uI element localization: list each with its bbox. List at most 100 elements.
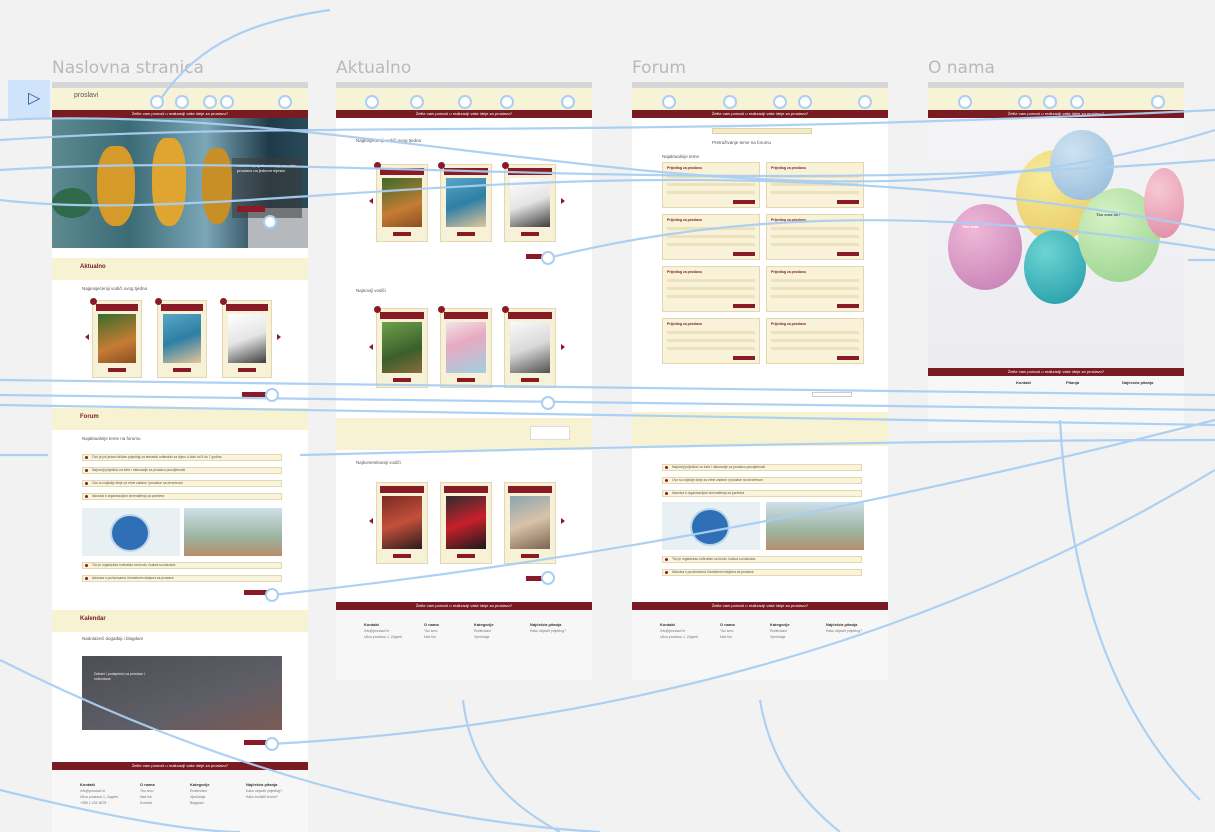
footer-banner: Želite vam pomoći u realizaciji vaše ide… bbox=[336, 602, 592, 610]
more-button[interactable] bbox=[242, 392, 272, 397]
carousel-next-arrow[interactable] bbox=[561, 198, 565, 204]
section-heading: Najposjećeniji vodiči ovog tjedna bbox=[356, 138, 422, 143]
guide-card[interactable] bbox=[440, 482, 492, 564]
frame-aktualno[interactable]: Želite vam pomoći u realizaciji vaše ide… bbox=[336, 82, 592, 680]
guide-card[interactable] bbox=[504, 482, 556, 564]
footer-col-about: O nama Tko smo Naš tim Kontakt bbox=[140, 782, 155, 805]
forum-row[interactable]: Iskustva s organizacijom iznenađenja za … bbox=[662, 490, 862, 497]
more-button[interactable] bbox=[526, 576, 554, 581]
hero-cta-button[interactable] bbox=[237, 206, 265, 212]
guide-card[interactable] bbox=[376, 482, 428, 564]
guide-card[interactable] bbox=[220, 298, 272, 378]
frame-home[interactable]: proslavi Želite vam pomoći u realizaciji… bbox=[52, 82, 308, 832]
birthday-balloon bbox=[110, 514, 150, 552]
forum-topic-box[interactable]: Prijedlog za proslavu bbox=[662, 162, 760, 208]
footer-banner: Želite vam pomoći u realizaciji vaše ide… bbox=[52, 762, 308, 770]
carousel-prev-arrow[interactable] bbox=[369, 344, 373, 350]
more-button[interactable] bbox=[526, 254, 554, 259]
forum-topic-box[interactable]: Prijedlog za proslavu bbox=[766, 266, 864, 312]
footer-banner: Želite vam pomoći u realizaciji vaše ide… bbox=[928, 368, 1184, 376]
guide-card[interactable] bbox=[438, 162, 492, 242]
top-banner: Želite vam pomoći u realizaciji vaše ide… bbox=[928, 110, 1184, 118]
forum-strip bbox=[632, 412, 888, 446]
balloon-left-text: Tko smo bbox=[962, 224, 979, 229]
forum-topic-box[interactable]: Prijedlog za proslavu bbox=[662, 266, 760, 312]
guide-card[interactable] bbox=[90, 298, 142, 378]
guide-card[interactable] bbox=[374, 162, 428, 242]
forum-row[interactable]: Iskustva s organizacijom iznenađenja za … bbox=[82, 493, 282, 500]
balloon bbox=[1050, 130, 1114, 200]
forum-list-head: Najaktualnije teme bbox=[662, 154, 700, 159]
forum-row[interactable]: Tko je organizirao rođendan na brodu i k… bbox=[662, 556, 862, 563]
forum-topic-box[interactable]: Prijedlog za proslavu bbox=[766, 214, 864, 260]
connector-line bbox=[758, 699, 841, 832]
hero-overlay: Kreativni prijedlozi i ideje za vašu pro… bbox=[232, 158, 302, 218]
forum-search-input[interactable] bbox=[712, 128, 812, 134]
calendar-panel: Datumi i podsjetnici za proslave i rođen… bbox=[82, 656, 282, 730]
carousel-next-arrow[interactable] bbox=[561, 344, 565, 350]
forum-topic-box[interactable]: Prijedlog za proslavu bbox=[662, 318, 760, 364]
forum-row[interactable]: Ovo su najbolje ideje za vrtne zabave i … bbox=[662, 477, 862, 484]
forum-row[interactable]: Ovo je još jedan odličan prijedlog za te… bbox=[82, 454, 282, 461]
card-header bbox=[96, 304, 138, 311]
card-header bbox=[161, 304, 203, 311]
frame-title-home[interactable]: Naslovna stranica bbox=[52, 58, 204, 78]
guide-card[interactable] bbox=[155, 298, 207, 378]
birthday-image bbox=[662, 502, 760, 550]
card-button[interactable] bbox=[108, 368, 126, 372]
kalendar-more-button[interactable] bbox=[244, 740, 272, 745]
carousel-prev-arrow[interactable] bbox=[369, 518, 373, 524]
carousel-next-arrow[interactable] bbox=[561, 518, 565, 524]
forum-row[interactable]: Najnoviji prijedlozi za torte i dekoraci… bbox=[82, 467, 282, 474]
forum-topic-box[interactable]: Prijedlog za proslavu bbox=[662, 214, 760, 260]
guide-card[interactable] bbox=[502, 162, 556, 242]
footer: Kontakt info@proslavi.hr Ulica proslava 1,… bbox=[52, 770, 308, 832]
pineapple-shape bbox=[152, 138, 186, 226]
forum-title: Forum bbox=[80, 414, 99, 420]
card-button[interactable] bbox=[238, 368, 256, 372]
top-banner: Želite vam pomoći u realizaciji vaše ide… bbox=[632, 110, 888, 118]
carousel-prev-arrow[interactable] bbox=[85, 334, 89, 340]
frame-title-onama[interactable]: O nama bbox=[928, 58, 995, 78]
footer: Kontakt info@proslavi.hr Ulica proslava 1,… bbox=[336, 610, 592, 680]
aktualno-section-bar: Aktualno bbox=[52, 258, 308, 280]
forum-more-button[interactable] bbox=[244, 590, 272, 595]
balloons-image: Tko smo Tko smo mi? bbox=[928, 118, 1184, 368]
carousel-next-arrow[interactable] bbox=[277, 334, 281, 340]
carousel-prev-arrow[interactable] bbox=[369, 198, 373, 204]
footer: Kontakt info@proslavi.hr Ulica proslava 1,… bbox=[632, 610, 888, 680]
guide-card[interactable] bbox=[438, 306, 492, 388]
top-banner: Želite vam pomoći u realizaciji vaše ide… bbox=[336, 110, 592, 118]
pineapple-shape bbox=[97, 146, 135, 226]
forum-row[interactable]: Iskustva s pozivnicama i kreativnim idej… bbox=[662, 569, 862, 576]
forum-topic-box[interactable]: Prijedlog za proslavu bbox=[766, 318, 864, 364]
frame-forum[interactable]: Želite vam pomoći u realizaciji vaše ide… bbox=[632, 82, 888, 680]
birthday-image bbox=[82, 508, 180, 556]
forum-row[interactable]: Tko je organizirao rođendan na brodu i k… bbox=[82, 562, 282, 569]
forum-header: Pretraživanje teme na forumu bbox=[712, 140, 772, 145]
frame-title-aktualno[interactable]: Aktualno bbox=[336, 58, 411, 78]
kalendar-section-bar: Kalendar bbox=[52, 610, 308, 632]
prototype-start-handle[interactable]: ▷ bbox=[8, 80, 50, 118]
forum-topic-box[interactable]: Prijedlog za proslavu bbox=[766, 162, 864, 208]
frame-title-forum[interactable]: Forum bbox=[632, 58, 686, 78]
load-more-button[interactable] bbox=[812, 392, 852, 397]
calendar-text: Datumi i podsjetnici za proslave i rođen… bbox=[94, 672, 145, 681]
frame-onama[interactable]: Želite vam pomoći u realizaciji vaše ide… bbox=[928, 82, 1184, 432]
balloon-right-text: Tko smo mi? bbox=[1096, 212, 1121, 217]
guide-card[interactable] bbox=[502, 306, 556, 388]
navbar: proslavi bbox=[52, 88, 308, 110]
hero-text: Kreativni prijedlozi i ideje za vašu pro… bbox=[237, 163, 296, 173]
card-button[interactable] bbox=[173, 368, 191, 372]
footer-col-contact: Kontakt info@proslavi.hr Ulica proslava 1,… bbox=[80, 782, 118, 805]
forum-row[interactable]: Najnoviji prijedlozi za torte i dekoraci… bbox=[662, 464, 862, 471]
logo[interactable]: proslavi bbox=[74, 92, 98, 99]
guide-card[interactable] bbox=[374, 306, 428, 388]
info-strip bbox=[336, 418, 592, 450]
card-header bbox=[226, 304, 268, 311]
forum-row[interactable]: Iskustva s pozivnicama i kreativnim idej… bbox=[82, 575, 282, 582]
forum-row[interactable]: Ovo su najbolje ideje za vrtne zabave i … bbox=[82, 480, 282, 487]
balloon bbox=[1144, 168, 1184, 238]
info-card bbox=[530, 426, 570, 440]
footer-banner: Želite vam pomoći u realizaciji vaše ide… bbox=[632, 602, 888, 610]
